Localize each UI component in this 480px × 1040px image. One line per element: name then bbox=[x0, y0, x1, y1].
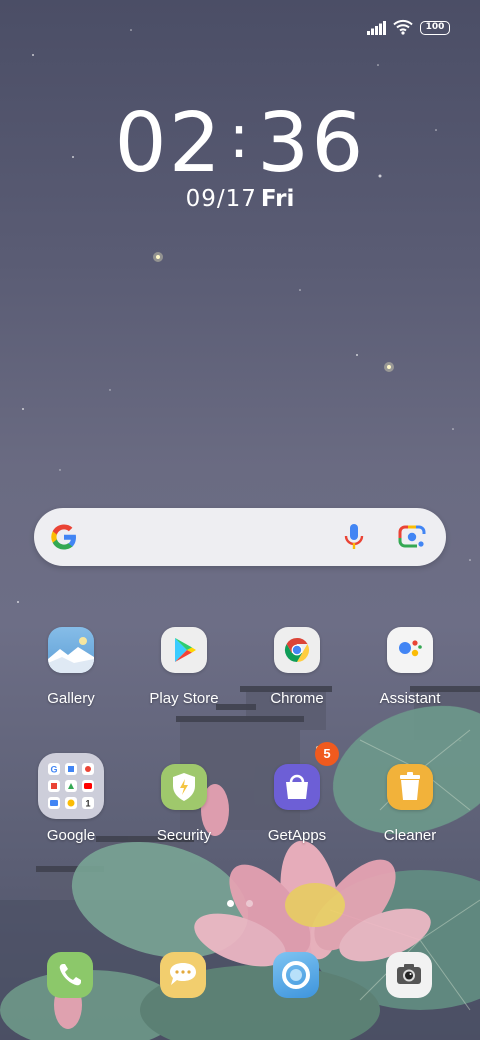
google-g-icon bbox=[51, 524, 76, 550]
dock-phone[interactable] bbox=[47, 952, 93, 998]
app-chrome[interactable]: Chrome bbox=[247, 627, 347, 707]
google-folder-icon: G 1 bbox=[38, 753, 104, 819]
dock-browser[interactable] bbox=[273, 952, 319, 998]
phone-icon bbox=[59, 964, 81, 986]
play-store-icon bbox=[161, 627, 207, 673]
browser-icon bbox=[282, 961, 310, 989]
app-assistant[interactable]: Assistant bbox=[360, 627, 460, 707]
svg-text:G: G bbox=[50, 765, 57, 775]
clock-date[interactable]: 09/17 Fri bbox=[0, 186, 480, 212]
app-label-assistant: Assistant bbox=[379, 690, 441, 707]
page-dot bbox=[246, 900, 254, 907]
clock-time[interactable]: 02:36 bbox=[0, 92, 480, 189]
clock-minutes: 36 bbox=[257, 96, 366, 191]
dock-camera[interactable] bbox=[386, 952, 432, 998]
clock-hours: 02 bbox=[114, 96, 223, 191]
signal-icon bbox=[367, 21, 386, 35]
app-label-chrome: Chrome bbox=[270, 690, 324, 707]
google-search-bar[interactable] bbox=[34, 508, 446, 566]
app-cleaner[interactable]: Cleaner bbox=[360, 764, 460, 844]
clock-separator: : bbox=[228, 102, 252, 172]
security-icon bbox=[161, 764, 207, 810]
app-label-play-store: Play Store bbox=[149, 690, 219, 707]
app-security[interactable]: Security bbox=[134, 764, 234, 844]
page-indicator[interactable] bbox=[0, 894, 480, 912]
assistant-icon bbox=[387, 627, 433, 673]
battery-icon: 100 bbox=[420, 21, 450, 35]
app-play-store[interactable]: Play Store bbox=[134, 627, 234, 707]
date-text: 09/17 bbox=[185, 186, 257, 212]
folder-google[interactable]: G 1 Google bbox=[21, 753, 121, 844]
app-label-cleaner: Cleaner bbox=[383, 827, 437, 844]
app-gallery[interactable]: Gallery bbox=[21, 627, 121, 707]
messages-icon bbox=[170, 963, 196, 985]
svg-text:1: 1 bbox=[85, 799, 90, 809]
dock-messages[interactable] bbox=[160, 952, 206, 998]
status-bar: 100 bbox=[0, 0, 480, 52]
app-label-security: Security bbox=[156, 827, 212, 844]
page-dot-active bbox=[226, 900, 234, 907]
microphone-icon[interactable] bbox=[342, 523, 366, 551]
battery-level: 100 bbox=[425, 22, 445, 32]
app-getapps[interactable]: 5 GetApps bbox=[247, 742, 347, 844]
app-label-gallery: Gallery bbox=[47, 690, 95, 707]
gallery-icon bbox=[48, 627, 94, 673]
getapps-icon bbox=[274, 764, 320, 810]
cleaner-icon bbox=[387, 764, 433, 810]
google-lens-icon[interactable] bbox=[398, 524, 426, 550]
day-text: Fri bbox=[260, 186, 295, 212]
notification-badge: 5 bbox=[315, 742, 339, 766]
camera-icon bbox=[397, 964, 421, 984]
wifi-icon bbox=[393, 19, 413, 35]
app-label-getapps: GetApps bbox=[267, 827, 327, 844]
chrome-icon bbox=[274, 627, 320, 673]
app-label-google: Google bbox=[46, 827, 96, 844]
